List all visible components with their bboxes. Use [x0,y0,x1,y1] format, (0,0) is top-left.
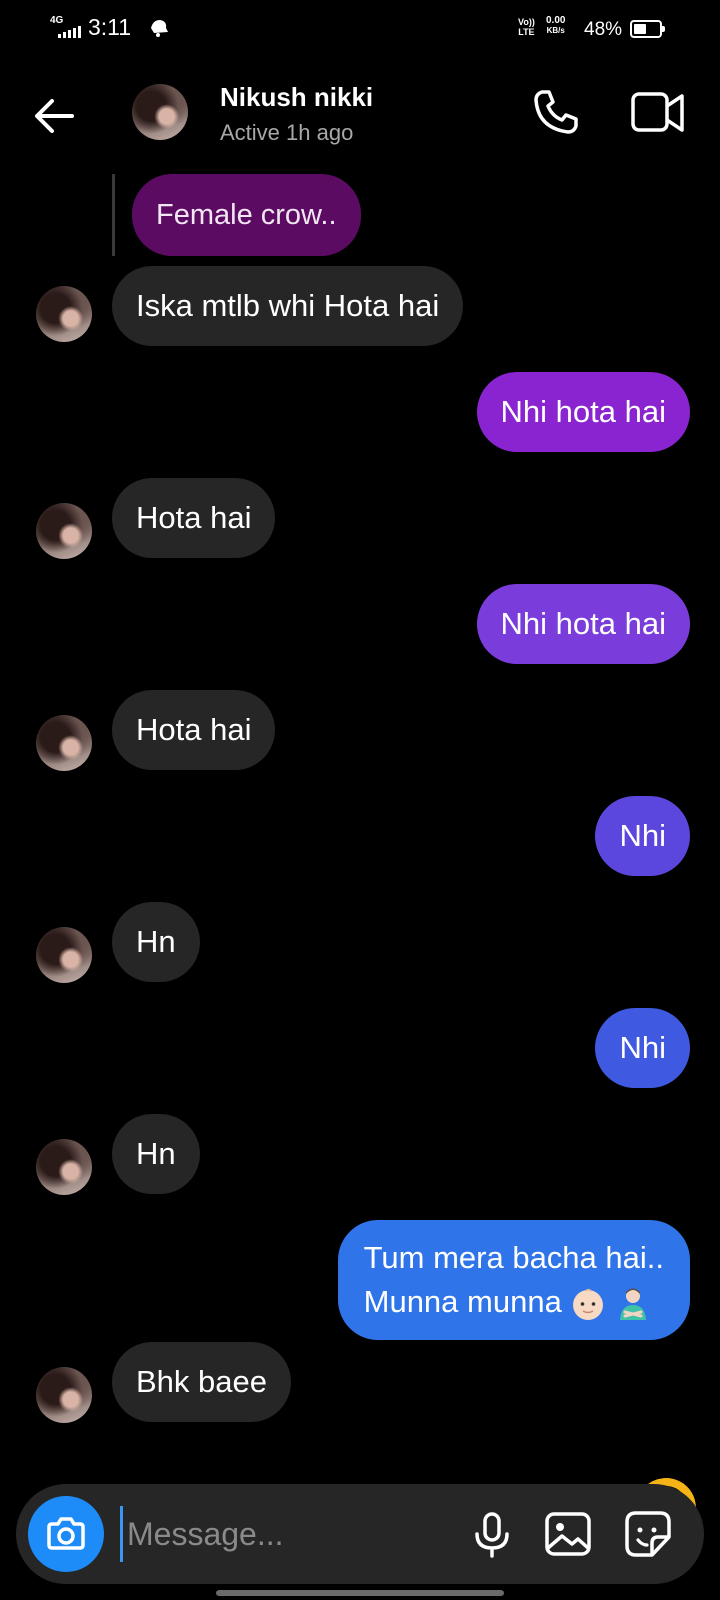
reply-preview[interactable]: Female crow.. [132,174,361,256]
message-bubble-outgoing[interactable]: Nhi hota hai [476,372,690,452]
person-emoji-icon [620,1288,647,1320]
network-type: 4G [50,15,64,26]
baby-emoji-icon [573,1288,604,1320]
message-bubble-incoming[interactable]: Hota hai [112,690,276,770]
message-bubble-incoming[interactable]: Bhk baee [112,1342,291,1422]
message-composer [16,1484,704,1584]
signal-icon [58,26,81,38]
volte-indicator: Vo)) LTE [518,17,535,37]
back-arrow-icon[interactable] [28,88,84,144]
network-speed: 0.00 KB/s [546,15,566,36]
battery-icon [630,20,665,38]
home-indicator[interactable] [216,1590,504,1596]
contact-status: Active 1h ago [220,120,354,145]
message-bubble-incoming[interactable]: Hota hai [112,478,276,558]
notification-icon [151,20,168,37]
clock: 3:11 [88,14,132,40]
message-bubble-incoming[interactable]: Hn [112,902,200,982]
reply-indicator [112,174,115,256]
sender-avatar[interactable] [36,286,92,342]
sender-avatar[interactable] [36,1139,92,1195]
message-bubble-outgoing[interactable]: Tum mera bacha hai.. Munna munna [337,1220,690,1340]
message-input[interactable] [120,1506,450,1562]
message-bubble-incoming[interactable]: Iska mtlb whi Hota hai [112,266,464,346]
camera-button[interactable] [28,1496,104,1572]
message-bubble-outgoing[interactable]: Nhi hota hai [476,584,690,664]
sticker-icon[interactable] [620,1506,676,1562]
video-icon[interactable] [630,88,686,138]
microphone-icon[interactable] [464,1506,520,1562]
phone-icon[interactable] [530,86,582,138]
battery-percent: 48% [584,19,623,40]
message-bubble-outgoing[interactable]: Nhi [595,1008,690,1088]
chat-header: Nikush nikki Active 1h ago [0,70,720,160]
contact-avatar[interactable] [132,84,188,140]
camera-icon [47,1517,85,1550]
message-line: Munna munna [364,1280,664,1324]
message-line: Tum mera bacha hai.. [363,1240,664,1275]
gallery-icon[interactable] [540,1506,596,1562]
message-bubble-outgoing[interactable]: Nhi [595,796,690,876]
contact-name[interactable]: Nikush nikki [220,82,373,113]
sender-avatar[interactable] [36,1367,92,1423]
status-bar: 4G 3:11 Vo)) LTE 0.00 KB/s 48% [0,0,720,60]
sender-avatar[interactable] [36,503,92,559]
sender-avatar[interactable] [36,715,92,771]
message-bubble-incoming[interactable]: Hn [112,1114,200,1194]
sender-avatar[interactable] [36,927,92,983]
